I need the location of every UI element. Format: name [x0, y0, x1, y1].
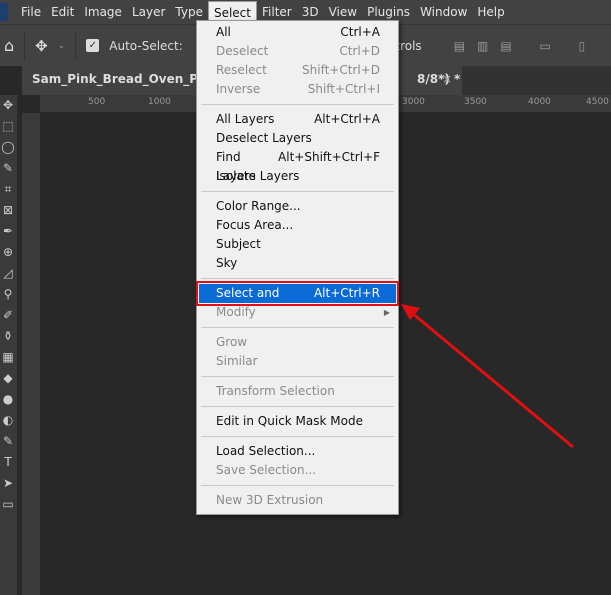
arrow-line [411, 311, 574, 449]
annotation-arrow [401, 304, 574, 449]
